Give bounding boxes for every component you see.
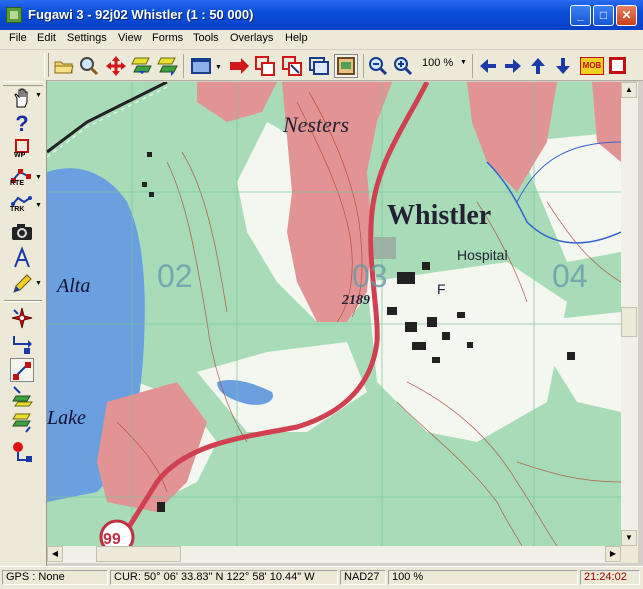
map-label-elevation: 2189 (341, 293, 370, 308)
title-bar: Fugawi 3 - 92j02 Whistler (1 : 50 000) _… (0, 0, 643, 30)
view-map-icon[interactable] (334, 54, 358, 78)
toolbar-separator (472, 54, 473, 78)
menu-bar: File Edit Settings View Forms Tools Over… (0, 30, 643, 49)
route-edit-icon[interactable] (10, 332, 34, 356)
map-view[interactable]: Nesters Whistler Hospital Alta Lake 2189… (47, 82, 621, 546)
scroll-corner (621, 546, 638, 563)
horizontal-scrollbar[interactable]: ◀ ▶ (47, 546, 621, 563)
vertical-scrollbar[interactable]: ▲ ▼ (621, 82, 638, 546)
pencil-icon[interactable] (10, 272, 34, 296)
menu-forms[interactable]: Forms (152, 32, 183, 44)
hand-icon[interactable] (10, 86, 34, 110)
chevron-down-icon[interactable]: ▼ (35, 202, 42, 209)
redraw-icon[interactable] (307, 54, 331, 78)
find-icon[interactable] (77, 54, 101, 78)
track-transfer-icon[interactable] (10, 410, 34, 434)
menu-overlays[interactable]: Overlays (230, 32, 273, 44)
toolbar-grip[interactable] (44, 53, 49, 77)
route-label: RTE (10, 180, 24, 187)
menu-help[interactable]: Help (285, 32, 308, 44)
map-label-lake: Lake (47, 407, 86, 429)
status-datum: NAD27 (340, 570, 386, 585)
help-icon[interactable]: ? (10, 112, 34, 136)
status-bar: GPS : None CUR: 50° 06' 33.83" N 122° 58… (0, 566, 643, 589)
vertical-scroll-thumb[interactable] (621, 307, 637, 337)
goto-icon[interactable] (227, 54, 251, 78)
zoom-select[interactable]: 100 % ▼ (414, 55, 470, 73)
track-icon[interactable]: TRK (10, 194, 34, 218)
delete-area-icon[interactable] (280, 54, 304, 78)
waypoint-list-icon[interactable] (130, 54, 154, 78)
mob-icon[interactable]: MOB (580, 57, 604, 75)
arrow-left-icon[interactable] (476, 54, 500, 78)
gps-icon[interactable] (10, 440, 34, 464)
stop-icon[interactable] (609, 57, 626, 74)
waypoint-label: WP (14, 152, 26, 159)
route-icon[interactable]: RTE (10, 166, 34, 190)
open-folder-icon[interactable] (52, 54, 76, 78)
scroll-up-button[interactable]: ▲ (621, 82, 637, 98)
zoom-in-icon[interactable] (391, 54, 415, 78)
camera-icon[interactable] (10, 220, 34, 244)
waypoint-transfer-icon[interactable] (10, 384, 34, 408)
grid-label-03: 03 (352, 258, 388, 294)
track-label: TRK (10, 206, 25, 213)
close-button[interactable]: ✕ (616, 5, 637, 26)
menu-edit[interactable]: Edit (37, 32, 56, 44)
status-cursor-position: CUR: 50° 06' 33.83" N 122° 58' 10.44" W (110, 570, 338, 585)
zoom-select-value: 100 % (422, 57, 454, 69)
highway-label: 99 (103, 531, 121, 546)
route-list-icon[interactable] (156, 54, 180, 78)
status-gps: GPS : None (2, 570, 108, 585)
map-label-whistler: Whistler (387, 200, 491, 231)
map-label-f: F (437, 281, 446, 297)
chevron-down-icon[interactable]: ▼ (35, 174, 42, 181)
window-title: Fugawi 3 - 92j02 Whistler (1 : 50 000) (28, 7, 254, 22)
scroll-left-button[interactable]: ◀ (47, 546, 63, 562)
chevron-down-icon[interactable]: ▼ (215, 64, 222, 71)
arrow-up-icon[interactable] (526, 54, 550, 78)
arrow-right-icon[interactable] (501, 54, 525, 78)
select-area-icon[interactable] (253, 54, 277, 78)
map-window-icon[interactable] (190, 54, 214, 78)
horizontal-scroll-thumb[interactable] (96, 546, 181, 562)
chevron-down-icon[interactable]: ▼ (35, 280, 42, 287)
scroll-right-button[interactable]: ▶ (605, 546, 621, 562)
grid-label-02: 02 (157, 258, 193, 294)
chevron-down-icon[interactable]: ▼ (460, 59, 467, 66)
scroll-down-button[interactable]: ▼ (621, 530, 637, 546)
toolbar: ▼ 100 % ▼ MOB (0, 50, 643, 81)
chevron-down-icon[interactable]: ▼ (35, 92, 42, 99)
maximize-button[interactable]: □ (593, 5, 614, 26)
map-label-nesters: Nesters (282, 112, 349, 137)
toolbar-separator (4, 300, 42, 302)
text-icon[interactable] (10, 246, 34, 270)
menu-file[interactable]: File (9, 32, 27, 44)
zoom-out-icon[interactable] (366, 54, 390, 78)
app-icon[interactable] (6, 7, 22, 23)
toolbar-separator (183, 54, 184, 78)
route-reverse-icon[interactable] (10, 358, 34, 382)
status-clock: 21:24:02 (580, 570, 640, 585)
waypoint-icon[interactable]: WP (10, 138, 34, 162)
minimize-button[interactable]: _ (570, 5, 591, 26)
compass-icon[interactable] (10, 306, 34, 330)
menu-tools[interactable]: Tools (193, 32, 219, 44)
move-icon[interactable] (104, 54, 128, 78)
topo-map: Nesters Whistler Hospital Alta Lake 2189… (47, 82, 621, 546)
map-label-alta: Alta (55, 275, 90, 297)
grid-label-04: 04 (552, 258, 588, 294)
menu-view[interactable]: View (118, 32, 142, 44)
status-zoom: 100 % (388, 570, 578, 585)
left-toolbar: ▼ ? WP RTE ▼ TRK ▼ ▼ (0, 80, 47, 566)
menu-settings[interactable]: Settings (67, 32, 107, 44)
map-label-hospital: Hospital (457, 247, 508, 263)
toolbar-separator (363, 54, 364, 78)
arrow-down-icon[interactable] (551, 54, 575, 78)
